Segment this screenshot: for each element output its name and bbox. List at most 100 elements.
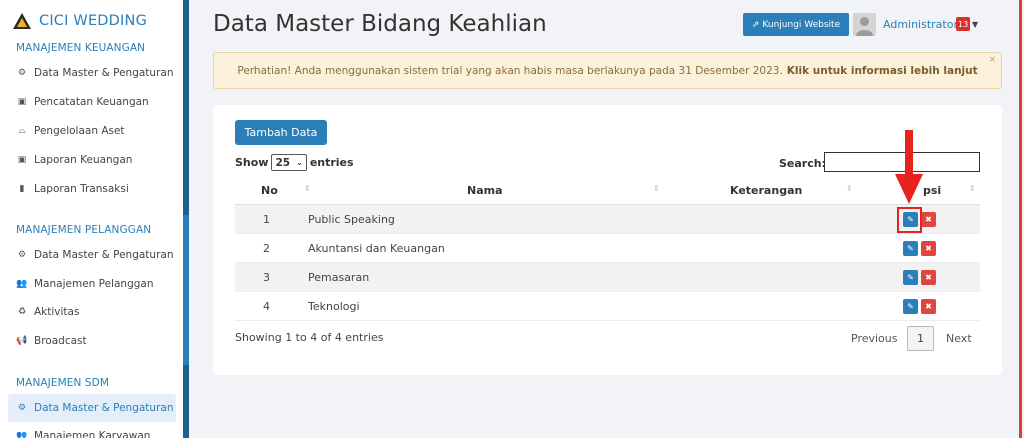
- sidebar-item-label: Laporan Keuangan: [34, 154, 133, 166]
- close-icon: ✖: [925, 244, 932, 253]
- pencil-icon: ✎: [907, 244, 914, 253]
- row-number: 1: [263, 213, 270, 226]
- sidebar-item-pelanggan-data-master[interactable]: ⚙ Data Master & Pengaturan: [8, 241, 176, 269]
- data-table-card: Tambah Data Show 25 ⌄ entries Search: No…: [213, 105, 1002, 375]
- annotation-highlight-box: [897, 207, 922, 233]
- close-icon: ✖: [925, 215, 932, 224]
- sort-icon[interactable]: ⇕: [653, 184, 660, 193]
- table-row: 3 Pemasaran ✎ ✖: [235, 263, 980, 292]
- table-row: 2 Akuntansi dan Keuangan ✎ ✖: [235, 234, 980, 263]
- add-data-button[interactable]: Tambah Data: [235, 120, 327, 145]
- column-header-nama[interactable]: Nama: [467, 184, 503, 197]
- page-size-select[interactable]: 25 ⌄: [271, 154, 307, 171]
- sort-icon[interactable]: ⇕: [846, 184, 853, 193]
- avatar[interactable]: [853, 13, 876, 36]
- table-info: Showing 1 to 4 of 4 entries: [235, 331, 384, 344]
- recycle-icon: ♻: [17, 307, 27, 317]
- section-title-sdm: MANAJEMEN SDM: [16, 377, 110, 389]
- pagination-page-1[interactable]: 1: [907, 326, 934, 351]
- close-icon: ✖: [925, 302, 932, 311]
- sidebar-item-manajemen-karyawan[interactable]: 👥 Manajemen Karyawan: [8, 422, 176, 438]
- show-label: Show: [235, 156, 269, 169]
- alert-text: Perhatian! Anda menggunakan sistem trial…: [237, 64, 783, 77]
- money-icon: ▣: [17, 97, 27, 107]
- notification-badge[interactable]: 13: [956, 17, 971, 31]
- gears-icon: ⚙: [17, 68, 27, 78]
- column-header-opsi[interactable]: psi: [923, 184, 941, 197]
- sidebar-item-broadcast[interactable]: 📢 Broadcast: [8, 327, 176, 355]
- pagination-next[interactable]: Next: [946, 332, 972, 345]
- sidebar-item-label: Manajemen Karyawan: [34, 430, 151, 438]
- visit-website-label: Kunjungi Website: [762, 19, 841, 30]
- gears-icon: ⚙: [17, 250, 27, 260]
- sidebar-item-label: Aktivitas: [34, 306, 80, 318]
- sidebar-item-label: Data Master & Pengaturan: [34, 402, 174, 414]
- pencil-icon: ✎: [907, 302, 914, 311]
- table-header: No ⇕ Nama ⇕ Keterangan ⇕ psi ⇕: [235, 177, 980, 205]
- chevron-down-icon: ⌄: [296, 158, 303, 167]
- close-icon: ✖: [925, 273, 932, 282]
- column-header-no[interactable]: No: [261, 184, 278, 197]
- row-nama: Public Speaking: [308, 213, 395, 226]
- close-icon[interactable]: ×: [988, 55, 996, 65]
- user-name[interactable]: Administrator: [883, 18, 958, 31]
- hdd-icon: ⌓: [18, 126, 26, 136]
- sidebar: CICI WEDDING MANAJEMEN KEUANGAN ⚙ Data M…: [0, 0, 189, 438]
- delete-button[interactable]: ✖: [921, 299, 936, 314]
- edit-button[interactable]: ✎: [903, 241, 918, 256]
- search-label: Search:: [779, 157, 826, 170]
- sidebar-item-keuangan-data-master[interactable]: ⚙ Data Master & Pengaturan: [8, 59, 176, 87]
- sidebar-item-label: Data Master & Pengaturan: [34, 67, 174, 79]
- row-number: 2: [263, 242, 270, 255]
- trial-alert: Perhatian! Anda menggunakan sistem trial…: [213, 52, 1002, 89]
- section-title-pelanggan: MANAJEMEN PELANGGAN: [16, 224, 152, 236]
- users-icon: 👥: [16, 431, 28, 438]
- table-row: 4 Teknologi ✎ ✖: [235, 292, 980, 321]
- external-link-icon: ⇗: [751, 19, 760, 30]
- pencil-icon: ✎: [907, 273, 914, 282]
- delete-button[interactable]: ✖: [921, 241, 936, 256]
- sidebar-item-label: Data Master & Pengaturan: [34, 249, 174, 261]
- column-header-keterangan[interactable]: Keterangan: [730, 184, 802, 197]
- row-number: 3: [263, 271, 270, 284]
- right-edge-bar: [1019, 0, 1022, 438]
- section-title-keuangan: MANAJEMEN KEUANGAN: [16, 42, 146, 54]
- show-entries: Show 25 ⌄ entries: [235, 154, 354, 171]
- sidebar-item-laporan-keuangan[interactable]: ▣ Laporan Keuangan: [8, 146, 176, 174]
- row-nama: Akuntansi dan Keuangan: [308, 242, 445, 255]
- caret-down-icon[interactable]: ▼: [972, 20, 978, 29]
- sidebar-item-label: Manajemen Pelanggan: [34, 278, 154, 290]
- user-silhouette-icon: [853, 13, 876, 36]
- delete-button[interactable]: ✖: [921, 270, 936, 285]
- sidebar-item-label: Pengelolaan Aset: [34, 125, 125, 137]
- sidebar-item-sdm-data-master[interactable]: ⚙ Data Master & Pengaturan: [8, 394, 176, 422]
- page-size-value: 25: [275, 156, 291, 169]
- sidebar-item-aktivitas[interactable]: ♻ Aktivitas: [8, 298, 176, 326]
- sort-icon[interactable]: ⇕: [304, 184, 311, 193]
- sidebar-item-pengelolaan-aset[interactable]: ⌓ Pengelolaan Aset: [8, 117, 176, 145]
- sidebar-item-manajemen-pelanggan[interactable]: 👥 Manajemen Pelanggan: [8, 270, 176, 298]
- sidebar-item-pencatatan-keuangan[interactable]: ▣ Pencatatan Keuangan: [8, 88, 176, 116]
- sidebar-item-label: Laporan Transaksi: [34, 183, 129, 195]
- delete-button[interactable]: ✖: [921, 212, 936, 227]
- gears-icon: ⚙: [17, 403, 27, 413]
- visit-website-button[interactable]: ⇗ Kunjungi Website: [743, 13, 849, 36]
- sidebar-item-laporan-transaksi[interactable]: ▮ Laporan Transaksi: [8, 175, 176, 203]
- entries-label: entries: [309, 156, 354, 169]
- sidebar-scrollbar[interactable]: [183, 0, 189, 438]
- brand[interactable]: CICI WEDDING: [12, 10, 147, 32]
- edit-button[interactable]: ✎: [903, 270, 918, 285]
- row-nama: Pemasaran: [308, 271, 370, 284]
- logo-icon: [13, 13, 31, 29]
- sidebar-item-label: Broadcast: [34, 335, 87, 347]
- users-icon: 👥: [16, 279, 28, 289]
- sort-icon[interactable]: ⇕: [969, 184, 976, 193]
- annotation-arrow-icon: [895, 130, 923, 204]
- row-number: 4: [263, 300, 270, 313]
- pagination-previous[interactable]: Previous: [851, 332, 898, 345]
- table-row: 1 Public Speaking ✎ ✖: [235, 205, 980, 234]
- bullhorn-icon: 📢: [16, 336, 28, 346]
- sidebar-item-label: Pencatatan Keuangan: [34, 96, 149, 108]
- alert-info-link[interactable]: Klik untuk informasi lebih lanjut: [787, 65, 978, 77]
- edit-button[interactable]: ✎: [903, 299, 918, 314]
